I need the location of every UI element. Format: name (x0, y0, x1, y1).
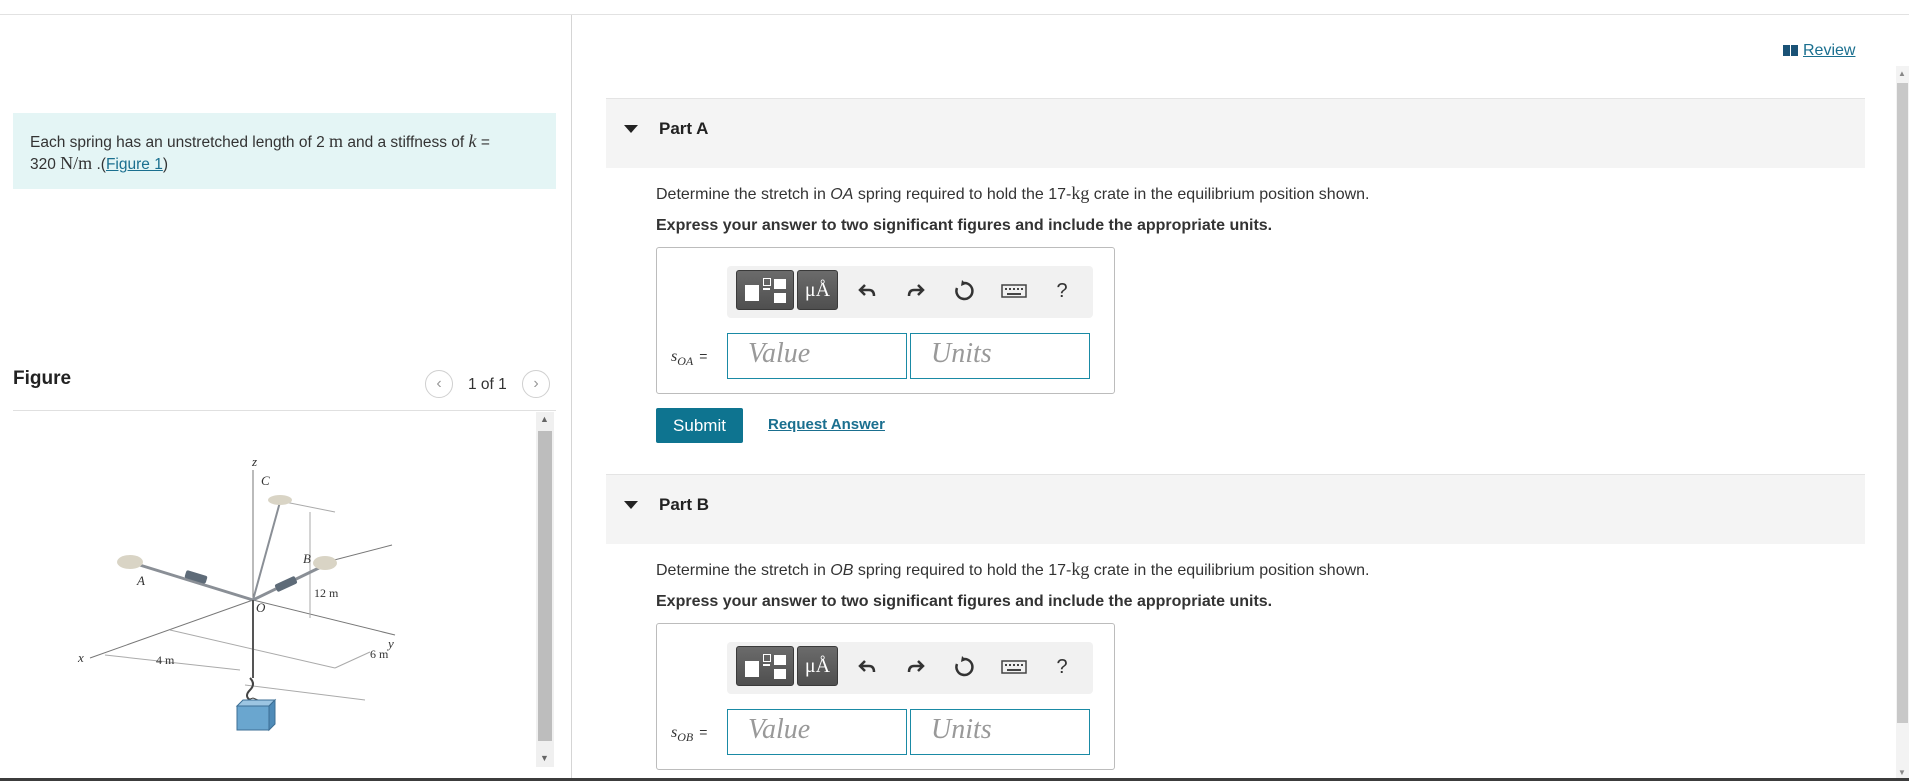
label-x: x (77, 650, 84, 665)
reset-icon[interactable] (951, 278, 977, 304)
chevron-left-icon: ‹ (436, 375, 442, 392)
figure-scrollbar[interactable]: ▲ ▼ (536, 412, 554, 767)
q-kg: kg (1071, 183, 1090, 203)
scroll-up-icon[interactable]: ▲ (540, 414, 549, 424)
top-divider (0, 14, 1909, 15)
part-a-instruction: Express your answer to two significant f… (656, 217, 1273, 234)
label-a: A (136, 573, 145, 588)
value-input[interactable]: Value (727, 709, 907, 755)
units-input[interactable]: Units (910, 709, 1090, 755)
figure-pager: ‹ 1 of 1 › (425, 368, 555, 400)
label-b: B (303, 551, 311, 566)
redo-icon[interactable] (903, 654, 929, 680)
problem-text: Each spring has an unstretched length of… (30, 134, 330, 151)
label-z: z (251, 454, 257, 469)
units-symbols-button[interactable]: μÅ (797, 270, 838, 310)
keyboard-icon[interactable] (1001, 654, 1027, 680)
redo-icon[interactable] (903, 278, 929, 304)
y-axis-line (252, 599, 396, 636)
templates-button[interactable] (736, 270, 794, 310)
q-text-post: crate in the equilibrium position shown. (1089, 562, 1370, 579)
chevron-right-icon: › (533, 375, 539, 392)
var-eq: = (699, 724, 708, 740)
math-toolbar: μÅ ? (727, 266, 1093, 318)
part-b-instruction: Express your answer to two significant f… (656, 593, 1273, 610)
figure-diagram: z C A B O x y 12 m 4 m 6 m (77, 454, 396, 732)
units-symbols-button[interactable]: μÅ (797, 646, 838, 686)
part-b-answer-box: μÅ ? sOB = Value Units (656, 623, 1115, 770)
q-text-post: crate in the equilibrium position shown. (1089, 186, 1370, 203)
figure-count: 1 of 1 (468, 376, 507, 393)
collapse-triangle-icon[interactable] (624, 125, 638, 133)
page-scroll-thumb[interactable] (1897, 83, 1908, 723)
q-spring: OA (830, 186, 854, 203)
part-b-header[interactable]: Part B (606, 475, 1865, 544)
request-answer-link[interactable]: Request Answer (768, 416, 885, 433)
units-input[interactable]: Units (910, 333, 1090, 379)
figure-title: Figure (13, 368, 72, 389)
review-link[interactable]: Review (1783, 42, 1855, 60)
undo-icon[interactable] (854, 278, 880, 304)
x-axis-line (89, 599, 254, 659)
label-4m: 4 m (156, 653, 175, 667)
problem-statement: Each spring has an unstretched length of… (13, 113, 556, 189)
q-kg: kg (1071, 559, 1090, 579)
var-sub: OB (677, 730, 694, 745)
prev-figure-button[interactable]: ‹ (425, 370, 453, 398)
q-text: Determine the stretch in (656, 186, 831, 203)
q-text: Determine the stretch in (656, 562, 831, 579)
undo-icon[interactable] (854, 654, 880, 680)
keyboard-icon[interactable] (1001, 278, 1027, 304)
reset-icon[interactable] (951, 654, 977, 680)
part-a-title: Part A (659, 119, 709, 138)
part-a-answer-box: μÅ ? sOA = Value Units (656, 247, 1115, 394)
var-sub: OA (677, 354, 694, 369)
scroll-down-icon[interactable]: ▼ (540, 753, 549, 763)
submit-button[interactable]: Submit (656, 408, 743, 443)
k-symbol: k (468, 131, 477, 151)
q-text-mid: spring required to hold the 17- (853, 186, 1072, 203)
label-6m: 6 m (370, 647, 389, 661)
support-b (313, 556, 337, 570)
figure-scroll-thumb[interactable] (538, 431, 552, 741)
help-button[interactable]: ? (1049, 278, 1075, 304)
problem-text-2: and a stiffness of (343, 134, 469, 151)
help-button[interactable]: ? (1049, 654, 1075, 680)
math-toolbar: μÅ ? (727, 642, 1093, 694)
part-b-title: Part B (659, 495, 710, 514)
label-12m: 12 m (314, 586, 339, 600)
unit-n-per-m: N/m (60, 153, 93, 173)
part-a-question: Determine the stretch in OA spring requi… (656, 183, 1370, 204)
part-a-header[interactable]: Part A (606, 99, 1865, 168)
equals: = (476, 134, 490, 151)
next-figure-button[interactable]: › (522, 370, 550, 398)
page-scrollbar[interactable]: ▲ ▼ (1896, 66, 1909, 781)
support-c (268, 495, 292, 505)
var-eq: = (699, 348, 708, 364)
problem-text-4: ) (162, 156, 169, 173)
q-spring: OB (830, 562, 854, 579)
collapse-triangle-icon[interactable] (624, 501, 638, 509)
label-o: O (256, 600, 266, 615)
crate (235, 698, 277, 732)
label-c: C (261, 473, 270, 488)
stiffness-value: 320 (30, 156, 61, 173)
review-label: Review (1803, 42, 1856, 59)
part-b-question: Determine the stretch in OB spring requi… (656, 559, 1370, 580)
q-text-mid: spring required to hold the 17- (853, 562, 1072, 579)
support-a (117, 555, 143, 569)
pane-divider (571, 15, 572, 781)
scroll-up-icon[interactable]: ▲ (1898, 69, 1906, 78)
figure-rule (13, 410, 556, 411)
scroll-down-icon[interactable]: ▼ (1898, 768, 1906, 777)
spring-b (274, 576, 298, 592)
problem-text-3: .( (92, 156, 106, 173)
variable-label: sOA = (671, 348, 707, 369)
book-icon (1783, 45, 1799, 56)
variable-label: sOB = (671, 724, 707, 745)
unit-m: m (329, 131, 344, 151)
templates-button[interactable] (736, 646, 794, 686)
value-input[interactable]: Value (727, 333, 907, 379)
figure-link[interactable]: Figure 1 (106, 156, 163, 173)
